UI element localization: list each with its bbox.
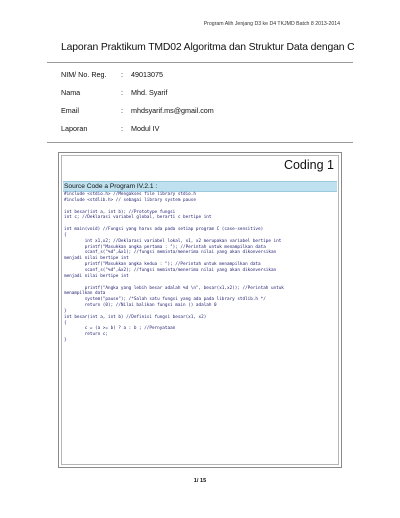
source-code-block: #include <stdio.h> //Mengakses file libr… [64, 192, 336, 344]
info-colon: : [121, 88, 123, 97]
info-colon: : [121, 70, 123, 79]
info-label: Nama [61, 88, 81, 97]
page-number: 1/ 15 [193, 478, 207, 484]
code-line: } [64, 338, 67, 344]
info-value: mhdsyarif.ms@gmail.com [131, 106, 214, 115]
info-label: Laporan [61, 124, 88, 133]
info-value: Mhd. Syarif [131, 88, 168, 97]
document-title: Laporan Praktikum TMD02 Algoritma dan St… [61, 42, 355, 53]
info-label: Email [61, 106, 79, 115]
running-header: Program Alih Jenjang D3 ke D4 TKJMD Batc… [203, 21, 340, 27]
info-divider [47, 142, 353, 143]
source-code-header: Source Code a Program IV.2.1 : [63, 181, 337, 192]
info-colon: : [121, 106, 123, 115]
info-label: NIM/ No. Reg. [61, 70, 107, 79]
coding-title: Coding 1 [283, 158, 334, 172]
info-colon: : [121, 124, 123, 133]
info-value: Modul IV [131, 124, 160, 133]
title-divider [47, 62, 353, 63]
info-value: 49013075 [131, 70, 163, 79]
coding-frame-inner: Coding 1 Source Code a Program IV.2.1 : … [61, 155, 339, 465]
coding-frame: Coding 1 Source Code a Program IV.2.1 : … [58, 152, 342, 468]
